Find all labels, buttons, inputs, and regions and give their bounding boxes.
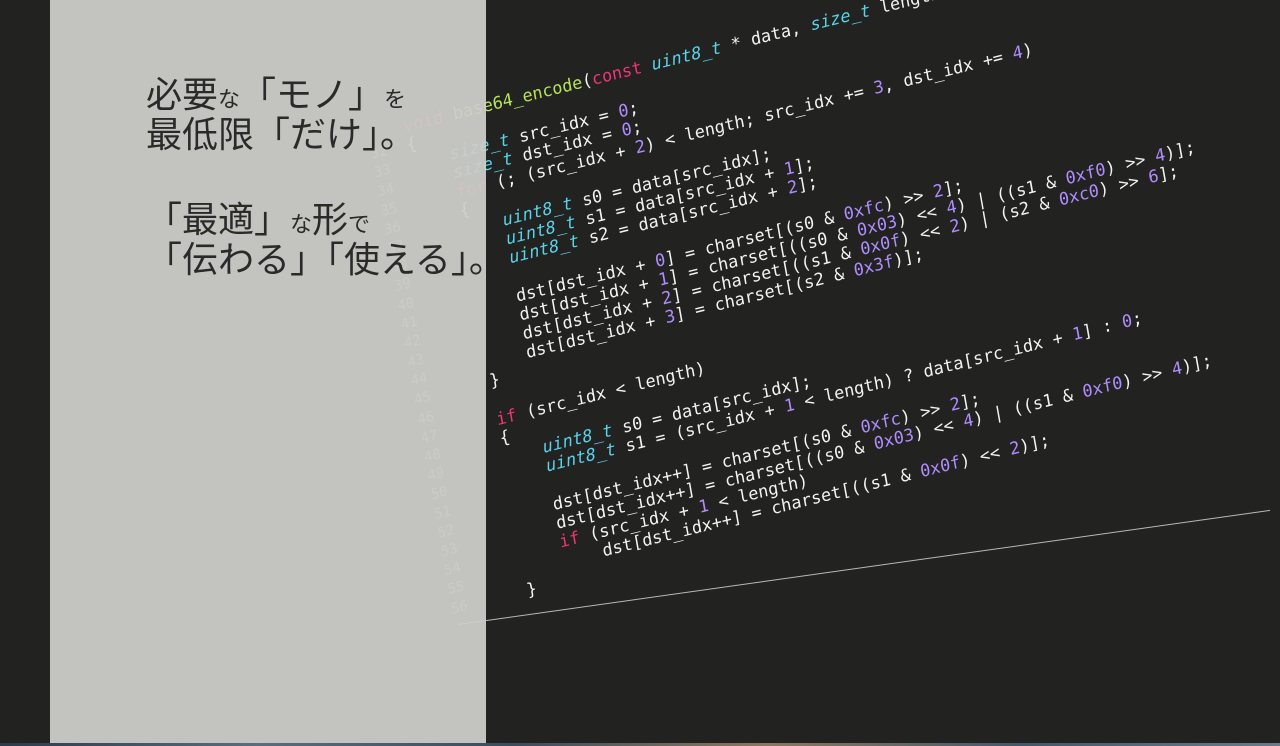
tagline-line-4: 「伝わる」「使える」。 (146, 239, 505, 281)
code-text: void base64_encode(const uint8_t * data,… (402, 0, 1244, 611)
tagline-line-3: 「最適」な形で (146, 199, 371, 241)
tagline-line-2: 最低限「だけ」。 (146, 115, 417, 157)
hero-banner: 3233343536373839404142434445464748495051… (0, 0, 1280, 746)
tagline-line-1: 必要な「モノ」を (146, 75, 407, 116)
hero-tagline: 必要な「モノ」を 最低限「だけ」。 「最適」な形で 「伝わる」「使える」。 (146, 75, 505, 281)
